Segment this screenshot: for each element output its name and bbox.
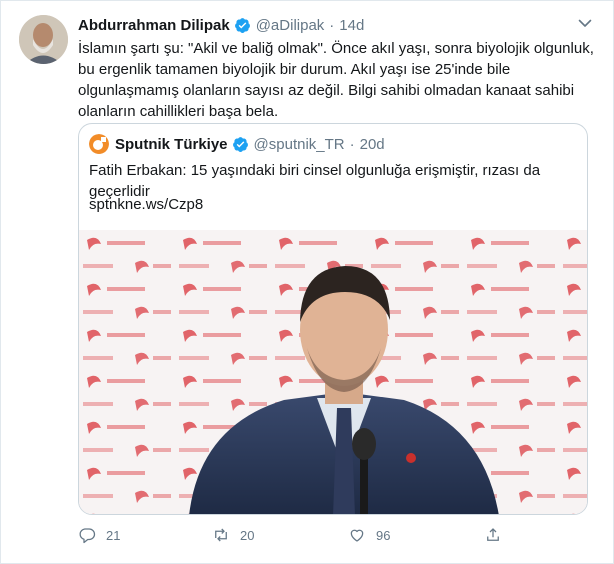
like-count: 96 xyxy=(376,527,391,543)
quoted-tweet-header: Sputnik Türkiye @sputnik_TR · 20d xyxy=(89,134,385,154)
quoted-tweet-photo[interactable] xyxy=(79,230,587,514)
tweet-actions: 21 20 96 xyxy=(78,523,598,547)
quoted-tweet-link[interactable]: sptnkne.ws/Czp8 xyxy=(89,194,203,215)
share-icon xyxy=(487,528,499,541)
verified-badge-icon xyxy=(234,17,250,33)
author-name[interactable]: Abdurrahman Dilipak xyxy=(78,17,230,34)
tweet-card[interactable]: Abdurrahman Dilipak @aDilipak · 14d İsla… xyxy=(0,0,614,564)
quoted-author-name: Sputnik Türkiye xyxy=(115,135,228,153)
separator-dot: · xyxy=(329,16,335,34)
reply-count: 21 xyxy=(106,527,121,543)
quoted-author-handle: @sputnik_TR xyxy=(253,135,345,153)
quoted-tweet[interactable]: Sputnik Türkiye @sputnik_TR · 20d Fatih … xyxy=(78,123,588,515)
tweet-timestamp[interactable]: 14d xyxy=(339,17,364,34)
tweet-header: Abdurrahman Dilipak @aDilipak · 14d xyxy=(78,15,364,35)
share-button[interactable] xyxy=(484,523,502,547)
chevron-down-icon[interactable] xyxy=(577,15,593,31)
reply-button[interactable]: 21 xyxy=(78,523,120,547)
retweet-icon xyxy=(215,528,227,542)
retweet-count: 20 xyxy=(240,527,255,543)
quoted-tweet-timestamp: 20d xyxy=(359,135,385,153)
like-button[interactable]: 96 xyxy=(348,523,390,547)
author-avatar[interactable] xyxy=(19,15,68,64)
verified-badge-icon xyxy=(232,136,248,152)
author-handle[interactable]: @aDilipak xyxy=(256,17,325,34)
retweet-button[interactable]: 20 xyxy=(212,523,254,547)
like-icon xyxy=(350,529,364,542)
quoted-author-avatar xyxy=(89,134,109,154)
tweet-text: İslamın şartı şu: "Akil ve baliğ olmak".… xyxy=(78,40,594,120)
reply-icon xyxy=(79,528,96,544)
separator-dot: · xyxy=(349,135,355,153)
